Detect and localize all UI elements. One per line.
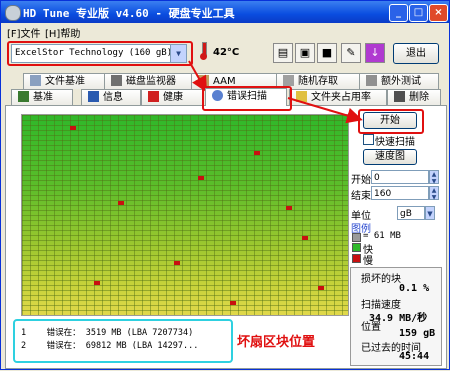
- end-label: 结束: [351, 191, 371, 202]
- tab-health[interactable]: 健康: [141, 89, 203, 105]
- start-label: 开始: [351, 175, 371, 186]
- options-icon[interactable]: ✎: [341, 43, 361, 63]
- position-label: 位置: [361, 322, 381, 333]
- highlight-box-error-scan-tab: [202, 86, 292, 111]
- bad-block: [318, 286, 324, 290]
- elapsed-time-value: 45:44: [399, 351, 430, 362]
- title-bar: HD Tune 专业版 v4.60 - 硬盘专业工具 _ □ ×: [1, 1, 449, 23]
- bad-block: [118, 201, 124, 205]
- exit-button[interactable]: 退出: [393, 43, 439, 64]
- bad-block: [230, 301, 236, 305]
- quick-scan-checkbox[interactable]: [363, 134, 374, 145]
- save-icon[interactable]: ■: [317, 43, 337, 63]
- start-spinner[interactable]: ▲ ▼: [429, 170, 439, 185]
- benchmark-icon: [18, 91, 29, 102]
- tab-folder-usage[interactable]: 文件夹占用率: [289, 89, 387, 105]
- copy-screenshot-icon[interactable]: ▣: [295, 43, 315, 63]
- bad-block: [94, 281, 100, 285]
- health-cross-icon: [148, 91, 159, 102]
- legend-block-swatch: [352, 233, 361, 242]
- speaker-icon: [198, 75, 209, 86]
- tab-benchmark[interactable]: 基准: [11, 89, 73, 105]
- legend-ok-swatch: [352, 243, 361, 252]
- bad-block: [70, 126, 76, 130]
- list-item[interactable]: 2 错误在： 69812 MB (LBA 14297...: [21, 339, 198, 351]
- legend-bad-label: 慢: [363, 256, 373, 267]
- scan-block-grid: [21, 114, 349, 316]
- menu-bar: [F]文件 [H]帮助: [1, 23, 449, 40]
- copy-text-icon[interactable]: ▤: [273, 43, 293, 63]
- damaged-blocks-label: 损坏的块: [361, 274, 401, 285]
- menu-file[interactable]: [F]文件: [7, 25, 41, 40]
- temperature-readout: 42°C: [213, 47, 240, 58]
- speed-map-button[interactable]: 速度图: [363, 149, 417, 165]
- thermometer-icon: [199, 42, 207, 60]
- legend-block-size: = 61 MB: [363, 231, 401, 241]
- unit-select[interactable]: gB: [397, 206, 425, 220]
- legend-bad-swatch: [352, 254, 361, 263]
- bad-sector-annotation: 坏扇区块位置: [237, 335, 316, 350]
- window-title: HD Tune 专业版 v4.60 - 硬盘专业工具: [23, 7, 235, 20]
- start-button[interactable]: 开始: [363, 112, 417, 129]
- bad-block: [286, 206, 292, 210]
- start-field[interactable]: 0: [371, 170, 429, 184]
- folder-icon: [296, 91, 307, 102]
- info-icon: [88, 91, 99, 102]
- tools-icon: [366, 75, 377, 86]
- damaged-blocks-value: 0.1 %: [399, 283, 430, 294]
- menu-help[interactable]: [H]帮助: [45, 25, 80, 40]
- maximize-button[interactable]: □: [409, 4, 428, 22]
- end-spinner[interactable]: ▲ ▼: [429, 186, 439, 201]
- tab-extra-tests[interactable]: 额外测试: [359, 73, 439, 89]
- bad-block: [174, 261, 180, 265]
- bad-block: [302, 236, 308, 240]
- download-icon[interactable]: ↓: [365, 43, 385, 63]
- position-value: 159 gB: [399, 328, 436, 339]
- monitor-icon: [111, 75, 122, 86]
- list-item[interactable]: 1 错误在： 3519 MB (LBA 7207734): [21, 326, 193, 338]
- tab-erase[interactable]: 删除: [387, 89, 441, 105]
- app-window: HD Tune 专业版 v4.60 - 硬盘专业工具 _ □ × [F]文件 […: [0, 0, 450, 370]
- app-icon: [5, 5, 21, 21]
- trash-icon: [394, 91, 405, 102]
- tab-disk-monitor[interactable]: 磁盘监视器: [104, 73, 192, 89]
- bad-block: [254, 151, 260, 155]
- bad-block: [198, 176, 204, 180]
- chevron-down-icon[interactable]: ▼: [425, 206, 435, 220]
- minimize-button[interactable]: _: [389, 4, 408, 22]
- grid-icon: [283, 75, 294, 86]
- close-button[interactable]: ×: [429, 4, 448, 22]
- file-icon: [30, 75, 41, 86]
- quick-scan-label: 快速扫描: [375, 137, 415, 148]
- tab-file-benchmark[interactable]: 文件基准: [23, 73, 105, 89]
- tab-info[interactable]: 信息: [81, 89, 141, 105]
- end-field[interactable]: 160: [371, 186, 429, 200]
- highlight-box-drive: [7, 41, 193, 66]
- error-list[interactable]: 1 错误在： 3519 MB (LBA 7207734) 2 错误在： 6981…: [13, 319, 233, 363]
